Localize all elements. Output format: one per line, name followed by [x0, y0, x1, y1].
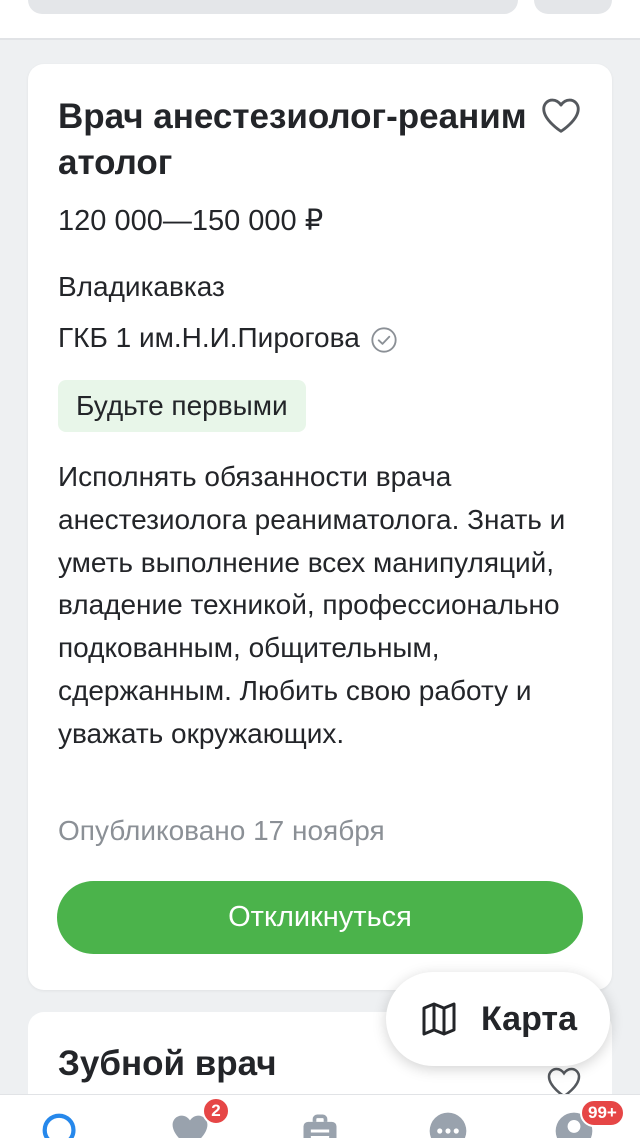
favorite-button[interactable] [538, 92, 584, 138]
map-label: Карта [481, 999, 577, 1038]
top-search-area [0, 0, 640, 40]
chat-icon [429, 1112, 467, 1138]
profile-notifications-badge: 99+ [580, 1099, 625, 1127]
search-icon [42, 1113, 76, 1138]
nav-responses[interactable] [298, 1109, 348, 1138]
heart-outline-icon [542, 98, 580, 133]
company-name[interactable]: ГКБ 1 им.Н.И.Пирогова [58, 319, 360, 357]
nav-search[interactable] [38, 1109, 88, 1138]
published-date: Опубликовано 17 ноября [58, 815, 385, 846]
divider [0, 38, 640, 40]
vacancy-title[interactable]: Врач анестезиолог-реаниматолог [58, 94, 528, 186]
bottom-navigation: 2 99+ [0, 1094, 640, 1138]
map-button[interactable]: Карта [386, 972, 610, 1066]
salary: 120 000—150 000 ₽ [58, 205, 324, 237]
nav-messages[interactable] [426, 1109, 476, 1138]
vacancy-list-screen: Врач анестезиолог-реаниматолог 120 000—1… [0, 0, 640, 1138]
vacancy-card[interactable]: Врач анестезиолог-реаниматолог 120 000—1… [28, 64, 612, 990]
map-icon [422, 1002, 456, 1036]
vacancy-title-next[interactable]: Зубной врач [58, 1042, 277, 1086]
briefcase-icon [303, 1114, 337, 1138]
favorites-count-badge: 2 [202, 1097, 230, 1125]
nav-favorites[interactable]: 2 [168, 1097, 230, 1138]
vacancy-description: Исполнять обязанности врача анестезиолог… [58, 461, 566, 749]
search-bar[interactable] [28, 0, 518, 14]
verified-check-icon [371, 327, 397, 353]
company-row: ГКБ 1 им.Н.И.Пирогова [58, 319, 398, 357]
nav-profile[interactable]: 99+ [552, 1099, 625, 1138]
filter-button[interactable] [534, 0, 612, 14]
status-badge: Будьте первыми [58, 380, 306, 432]
city: Владикавказ [58, 271, 225, 302]
apply-button[interactable]: Откликнуться [57, 881, 583, 954]
